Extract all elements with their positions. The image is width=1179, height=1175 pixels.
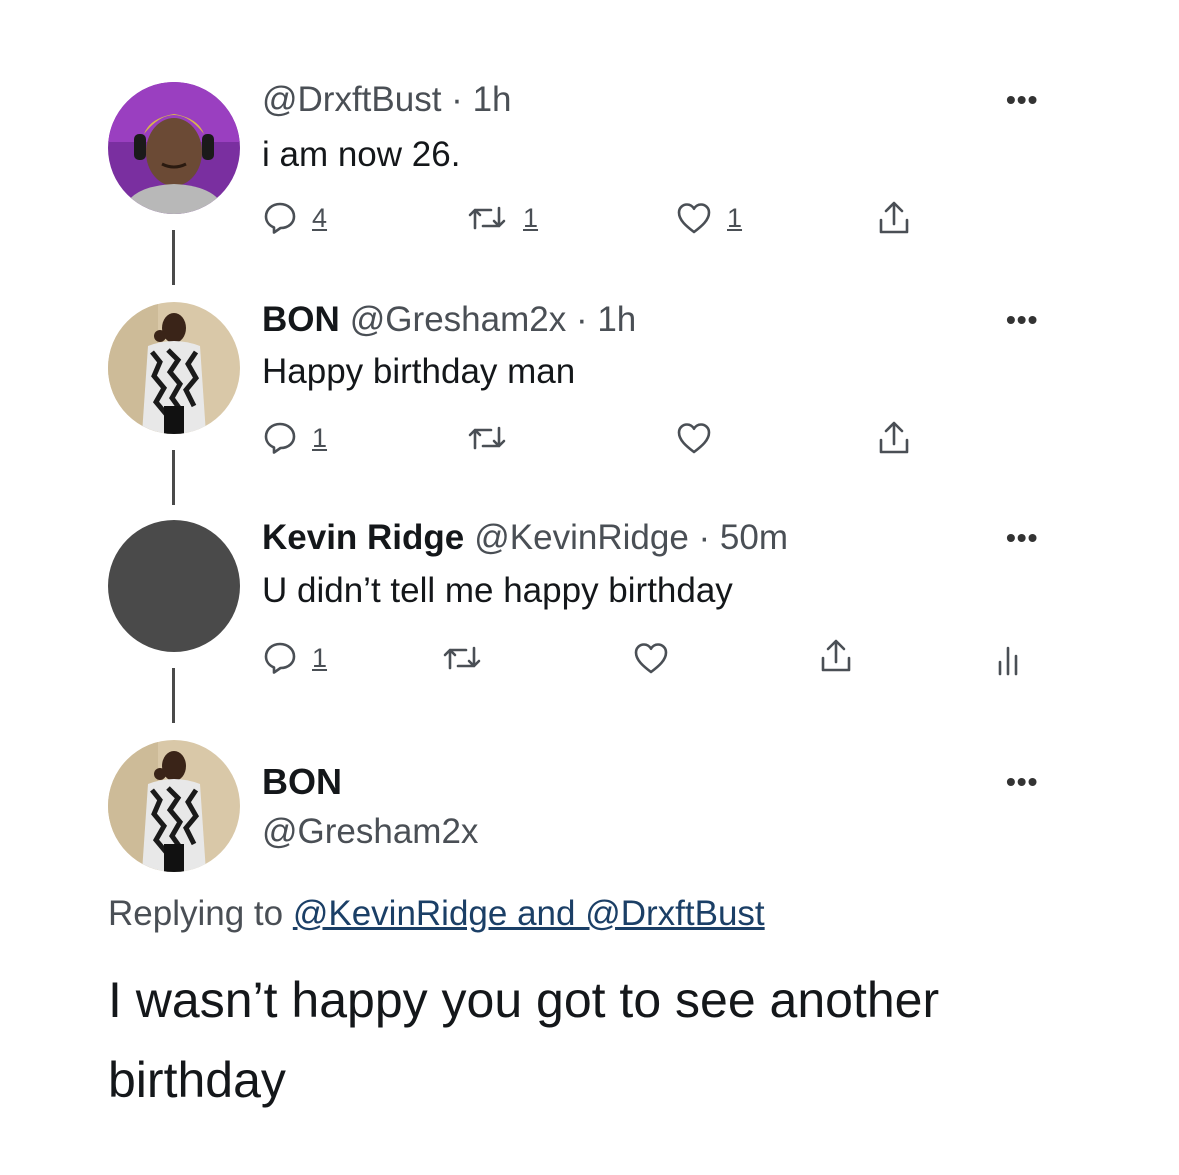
more-icon[interactable]: ••• (1006, 305, 1038, 335)
reply-count: 1 (312, 642, 328, 673)
retweet-icon (465, 420, 509, 456)
retweet-icon (440, 640, 484, 676)
more-icon[interactable]: ••• (1006, 523, 1038, 553)
replying-prefix: Replying to (108, 894, 293, 933)
tweet-text: i am now 26. (262, 135, 461, 174)
avatar[interactable] (108, 520, 240, 652)
user-handle[interactable]: @DrxftBust (262, 80, 441, 119)
tweet-meta: Kevin Ridge @KevinRidge · 50m (262, 518, 788, 558)
retweet-button[interactable] (465, 418, 509, 458)
thread-line (172, 668, 175, 723)
display-name[interactable]: BON (262, 300, 340, 339)
tweet-text: U didn’t tell me happy birthday (262, 571, 733, 610)
conversation-thread: @DrxftBust · 1h i am now 26. ••• 4 1 1 B… (0, 0, 1179, 1175)
share-button[interactable] (818, 636, 854, 676)
retweet-button[interactable]: 1 (465, 198, 538, 238)
avatar[interactable] (108, 740, 240, 872)
share-icon (876, 418, 912, 458)
separator: · (441, 80, 473, 119)
heart-icon (675, 420, 713, 456)
replying-users-link[interactable]: @KevinRidge and @DrxftBust (293, 894, 765, 933)
share-button[interactable] (876, 418, 912, 458)
reply-count: 4 (312, 202, 328, 233)
like-button[interactable]: 1 (675, 198, 742, 238)
timestamp[interactable]: 50m (720, 518, 788, 557)
heart-icon (675, 200, 713, 236)
reply-count: 1 (312, 422, 328, 453)
separator: · (566, 300, 598, 339)
heart-icon (632, 640, 670, 676)
user-handle[interactable]: @Gresham2x (350, 300, 566, 339)
retweet-count: 1 (523, 202, 539, 233)
share-icon (818, 636, 854, 676)
thread-line (172, 450, 175, 505)
reply-button[interactable]: 4 (262, 198, 327, 238)
analytics-icon (996, 642, 1024, 678)
display-name[interactable]: BON (262, 762, 342, 802)
thread-line (172, 230, 175, 285)
timestamp[interactable]: 1h (473, 80, 512, 119)
avatar[interactable] (108, 82, 240, 214)
retweet-icon (465, 200, 509, 236)
main-tweet-text: I wasn’t happy you got to see another bi… (108, 972, 940, 1108)
user-handle[interactable]: @Gresham2x (262, 812, 478, 852)
separator: · (688, 518, 720, 557)
reply-button[interactable]: 1 (262, 418, 327, 458)
reply-icon (262, 640, 298, 676)
tweet-meta: @DrxftBust · 1h (262, 80, 512, 120)
avatar[interactable] (108, 302, 240, 434)
display-name[interactable]: Kevin Ridge (262, 518, 464, 557)
analytics-button[interactable] (996, 640, 1024, 680)
reply-icon (262, 200, 298, 236)
timestamp[interactable]: 1h (597, 300, 636, 339)
retweet-button[interactable] (440, 638, 484, 678)
reply-button[interactable]: 1 (262, 638, 327, 678)
more-icon[interactable]: ••• (1006, 85, 1038, 115)
tweet-text: Happy birthday man (262, 352, 576, 391)
like-count: 1 (727, 202, 743, 233)
share-button[interactable] (876, 198, 912, 238)
user-handle[interactable]: @KevinRidge (474, 518, 689, 557)
share-icon (876, 198, 912, 238)
more-icon[interactable]: ••• (1006, 767, 1038, 797)
replying-to: Replying to @KevinRidge and @DrxftBust (108, 893, 765, 935)
tweet-meta: BON @Gresham2x · 1h (262, 300, 636, 340)
reply-icon (262, 420, 298, 456)
like-button[interactable] (675, 418, 713, 458)
like-button[interactable] (632, 638, 670, 678)
